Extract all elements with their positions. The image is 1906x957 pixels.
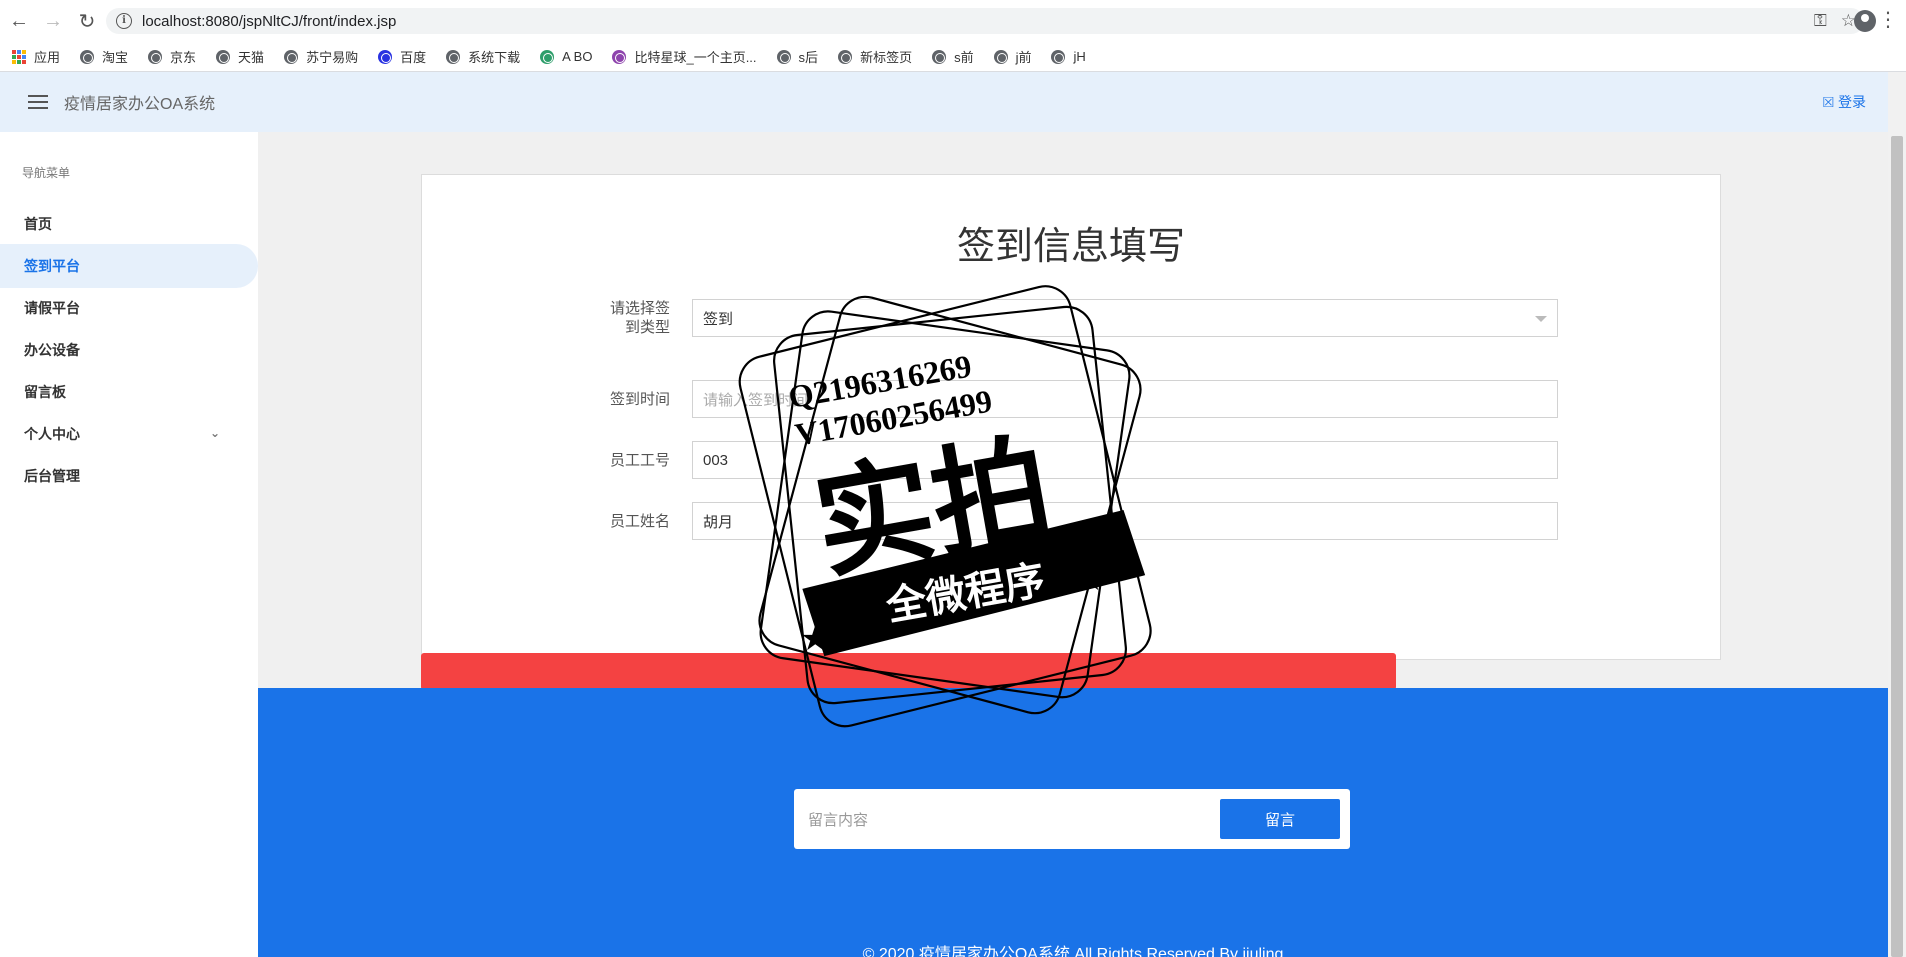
employee-name-label: 员工姓名 xyxy=(609,512,670,530)
sidebar-item-admin[interactable]: 后台管理 xyxy=(0,454,258,498)
globe-icon xyxy=(148,49,163,64)
browser-toolbar: ← → ↻ i localhost:8080/jspNltCJ/front/in… xyxy=(0,0,1906,42)
signin-type-row: 请选择签到类型 签到 xyxy=(602,299,1582,337)
bookmark-item[interactable]: 百度 xyxy=(378,47,426,66)
signin-form-card: 签到信息填写 请选择签到类型 签到 签到时间 请输入签到时间 员工工号 003 … xyxy=(421,174,1721,660)
dropdown-caret-icon xyxy=(1535,316,1547,322)
bookmark-item[interactable]: jH xyxy=(1051,49,1086,64)
key-icon[interactable]: ⚿ xyxy=(1814,11,1827,31)
bookmark-item[interactable]: 苏宁易购 xyxy=(284,47,358,66)
globe-icon xyxy=(216,49,231,64)
globe-icon xyxy=(932,49,947,64)
app-title: 疫情居家办公OA系统 xyxy=(64,96,216,113)
globe-icon xyxy=(993,49,1008,64)
bookmark-apps[interactable]: 应用 xyxy=(12,47,60,66)
globe-icon xyxy=(1051,49,1066,64)
message-submit-button[interactable]: 留言 xyxy=(1220,799,1340,839)
profile-avatar-icon[interactable] xyxy=(1854,10,1876,32)
chevron-down-icon: ⌄ xyxy=(209,426,220,440)
employee-name-input[interactable]: 胡月 xyxy=(692,502,1558,540)
employee-id-input[interactable]: 003 xyxy=(692,441,1558,479)
bookmark-item[interactable]: s前 xyxy=(932,47,974,66)
planet-icon xyxy=(612,49,627,64)
forward-icon[interactable]: → xyxy=(38,6,68,36)
url-text[interactable]: localhost:8080/jspNltCJ/front/index.jsp xyxy=(142,13,396,30)
globe-icon xyxy=(838,49,853,64)
bookmark-item[interactable]: s后 xyxy=(776,47,818,66)
globe-icon xyxy=(446,49,461,64)
back-icon[interactable]: ← xyxy=(4,6,34,36)
employee-id-label: 员工工号 xyxy=(609,451,670,469)
form-title: 签到信息填写 xyxy=(956,226,1185,268)
sidebar-item-personal[interactable]: 个人中心 ⌄ xyxy=(0,412,258,456)
sidebar-item-home[interactable]: 首页 xyxy=(0,202,258,246)
signin-type-label: 请选择签到类型 xyxy=(609,300,670,336)
bookmark-item[interactable]: 系统下载 xyxy=(446,47,520,66)
message-input[interactable]: 留言内容 xyxy=(808,809,868,830)
submit-button[interactable] xyxy=(421,653,1396,690)
signin-time-row: 签到时间 请输入签到时间 xyxy=(602,380,1582,418)
message-form: 留言内容 留言 xyxy=(794,789,1350,849)
sidebar-item-equipment[interactable]: 办公设备 xyxy=(0,328,258,372)
bookmark-item[interactable]: 比特星球_一个主页... xyxy=(612,47,757,66)
globe-icon xyxy=(284,49,299,64)
signin-type-select[interactable]: 签到 xyxy=(692,299,1558,337)
sidebar-item-signin[interactable]: 签到平台 xyxy=(0,244,258,288)
bookmark-item[interactable]: 淘宝 xyxy=(80,47,128,66)
bookmark-item[interactable]: A BO xyxy=(540,49,592,64)
sidebar-item-leave[interactable]: 请假平台 xyxy=(0,286,258,330)
bookmark-item[interactable]: 新标签页 xyxy=(838,47,912,66)
sidebar-item-messages[interactable]: 留言板 xyxy=(0,370,258,414)
sidebar-nav: 导航菜单 首页 签到平台 请假平台 办公设备 留言板 个人中心 ⌄ 后台管理 xyxy=(0,132,258,957)
footer-section: 留言内容 留言 © 2020 疫情居家办公OA系统 All Rights Res… xyxy=(258,688,1888,957)
page-scrollbar[interactable] xyxy=(1888,72,1906,957)
reload-icon[interactable]: ↻ xyxy=(72,6,102,36)
leaf-icon xyxy=(540,49,555,64)
main-content: 签到信息填写 请选择签到类型 签到 签到时间 请输入签到时间 员工工号 003 … xyxy=(258,132,1888,690)
app-header: 疫情居家办公OA系统 ⮽ 登录 xyxy=(0,72,1888,132)
menu-toggle-icon[interactable] xyxy=(28,95,48,109)
bookmark-item[interactable]: j前 xyxy=(993,47,1031,66)
employee-id-row: 员工工号 003 xyxy=(602,441,1582,479)
signin-time-input[interactable]: 请输入签到时间 xyxy=(692,380,1558,418)
site-info-icon[interactable]: i xyxy=(116,13,132,29)
bookmarks-bar: 应用 淘宝 京东 天猫 苏宁易购 百度 系统下载 A BO 比特星球_一个主页.… xyxy=(0,42,1906,72)
address-bar[interactable]: i localhost:8080/jspNltCJ/front/index.js… xyxy=(106,8,1864,34)
copyright-text: © 2020 疫情居家办公OA系统 All Rights Reserved By… xyxy=(862,946,1284,957)
scrollbar-thumb[interactable] xyxy=(1891,136,1903,957)
globe-icon xyxy=(776,49,791,64)
lightning-icon: ⮽ xyxy=(1822,93,1834,110)
browser-menu-icon[interactable]: ⋮ xyxy=(1878,9,1898,31)
apps-grid-icon xyxy=(12,49,26,64)
login-link[interactable]: ⮽ 登录 xyxy=(1823,92,1866,112)
bookmark-item[interactable]: 天猫 xyxy=(216,47,264,66)
baidu-paw-icon xyxy=(378,49,393,64)
nav-caption: 导航菜单 xyxy=(22,166,71,180)
bookmark-item[interactable]: 京东 xyxy=(148,47,196,66)
globe-icon xyxy=(80,49,95,64)
employee-name-row: 员工姓名 胡月 xyxy=(602,502,1582,540)
login-label: 登录 xyxy=(1838,94,1866,110)
signin-time-label: 签到时间 xyxy=(609,390,670,408)
